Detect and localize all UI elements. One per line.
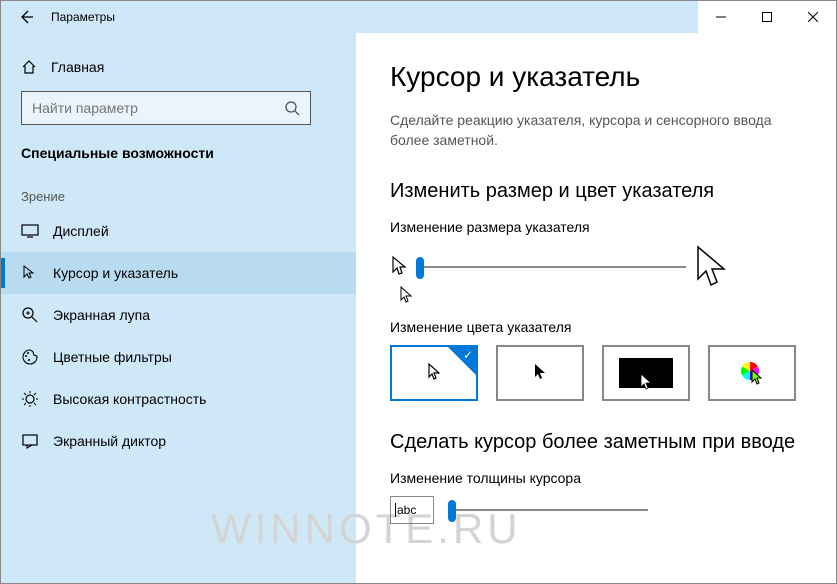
- magnifier-icon: [21, 306, 39, 324]
- sidebar: Главная Специальные возможности Зрение: [1, 33, 356, 583]
- pointer-color-custom[interactable]: [708, 345, 796, 401]
- nav-label: Дисплей: [53, 223, 109, 239]
- small-cursor-icon: [390, 255, 408, 279]
- home-nav[interactable]: Главная: [1, 51, 356, 83]
- contrast-icon: [21, 390, 39, 408]
- minimize-button[interactable]: [698, 1, 744, 33]
- pointer-color-inverted[interactable]: [602, 345, 690, 401]
- hover-cursor-icon: [398, 285, 802, 307]
- narrator-icon: [21, 432, 39, 450]
- home-icon: [21, 59, 37, 75]
- search-box[interactable]: [21, 91, 311, 125]
- nav-cursor-pointer[interactable]: Курсор и указатель: [1, 252, 356, 294]
- check-icon: ✓: [463, 348, 473, 362]
- window-title: Параметры: [51, 10, 115, 24]
- pointer-size-label: Изменение размера указателя: [390, 219, 802, 235]
- category-header: Специальные возможности: [1, 139, 356, 179]
- home-label: Главная: [51, 59, 104, 75]
- nav-color-filters[interactable]: Цветные фильтры: [1, 336, 356, 378]
- nav-magnifier[interactable]: Экранная лупа: [1, 294, 356, 336]
- slider-thumb[interactable]: [416, 257, 424, 279]
- nav-narrator[interactable]: Экранный диктор: [1, 420, 356, 462]
- nav-label: Курсор и указатель: [53, 265, 178, 281]
- search-icon: [284, 100, 300, 116]
- cursor-pointer-icon: [21, 264, 39, 282]
- pointer-color-black[interactable]: [496, 345, 584, 401]
- titlebar: Параметры: [1, 1, 836, 33]
- nav-display[interactable]: Дисплей: [1, 210, 356, 252]
- group-vision-label: Зрение: [1, 179, 356, 210]
- content-area: Курсор и указатель Сделайте реакцию указ…: [356, 33, 836, 583]
- pointer-color-label: Изменение цвета указателя: [390, 319, 802, 335]
- section-size-color: Изменить размер и цвет указателя: [390, 180, 802, 203]
- cursor-thickness-label: Изменение толщины курсора: [390, 470, 802, 486]
- nav-label: Экранный диктор: [53, 433, 166, 449]
- nav-label: Экранная лупа: [53, 307, 150, 323]
- cursor-thickness-slider[interactable]: [448, 509, 648, 511]
- back-button[interactable]: [17, 8, 35, 26]
- nav-high-contrast[interactable]: Высокая контрастность: [1, 378, 356, 420]
- maximize-button[interactable]: [744, 1, 790, 33]
- search-input[interactable]: [32, 100, 284, 116]
- slider-thumb[interactable]: [448, 500, 456, 522]
- large-cursor-icon: [694, 245, 728, 289]
- page-subtitle: Сделайте реакцию указателя, курсора и се…: [390, 111, 802, 150]
- display-icon: [21, 222, 39, 240]
- thickness-preview: abc: [390, 496, 434, 524]
- pointer-size-slider[interactable]: [416, 266, 686, 268]
- close-button[interactable]: [790, 1, 836, 33]
- pointer-color-white[interactable]: ✓: [390, 345, 478, 401]
- palette-icon: [21, 348, 39, 366]
- page-title: Курсор и указатель: [390, 61, 802, 93]
- nav-label: Высокая контрастность: [53, 391, 206, 407]
- nav-label: Цветные фильтры: [53, 349, 172, 365]
- section-cursor: Сделать курсор более заметным при вводе: [390, 431, 802, 454]
